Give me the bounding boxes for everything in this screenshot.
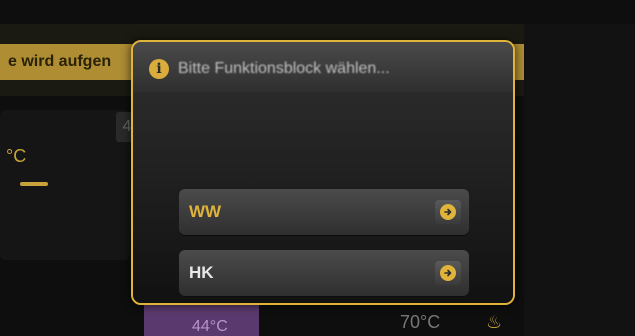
info-icon: i [149, 59, 169, 79]
dialog-title: Bitte Funktionsblock wählen... [178, 60, 390, 77]
function-block-dialog: i Bitte Funktionsblock wählen... WW HK [131, 40, 515, 305]
dialog-header: i Bitte Funktionsblock wählen... [133, 42, 513, 92]
background-right-card [524, 24, 635, 336]
background-left-temp: °C [6, 146, 27, 166]
background-bottom-temp-right: 70°C [400, 312, 441, 332]
background-banner-text: e wird aufgen [8, 53, 112, 70]
background-bottom-temp-left: 44°C [192, 318, 228, 335]
option-ww-label: WW [189, 202, 222, 221]
option-hk-button[interactable]: HK [179, 250, 469, 296]
option-ww-button[interactable]: WW [179, 189, 469, 235]
option-hk-label: HK [189, 263, 214, 282]
option-ww-arrow-button[interactable] [435, 200, 461, 224]
arrow-right-circle-icon [440, 204, 456, 220]
background-left-bar [20, 182, 48, 186]
flame-heat-icon: ♨ [486, 312, 503, 332]
dialog-body: WW HK [133, 92, 513, 303]
arrow-right-circle-icon [440, 265, 456, 281]
option-hk-arrow-button[interactable] [435, 261, 461, 285]
